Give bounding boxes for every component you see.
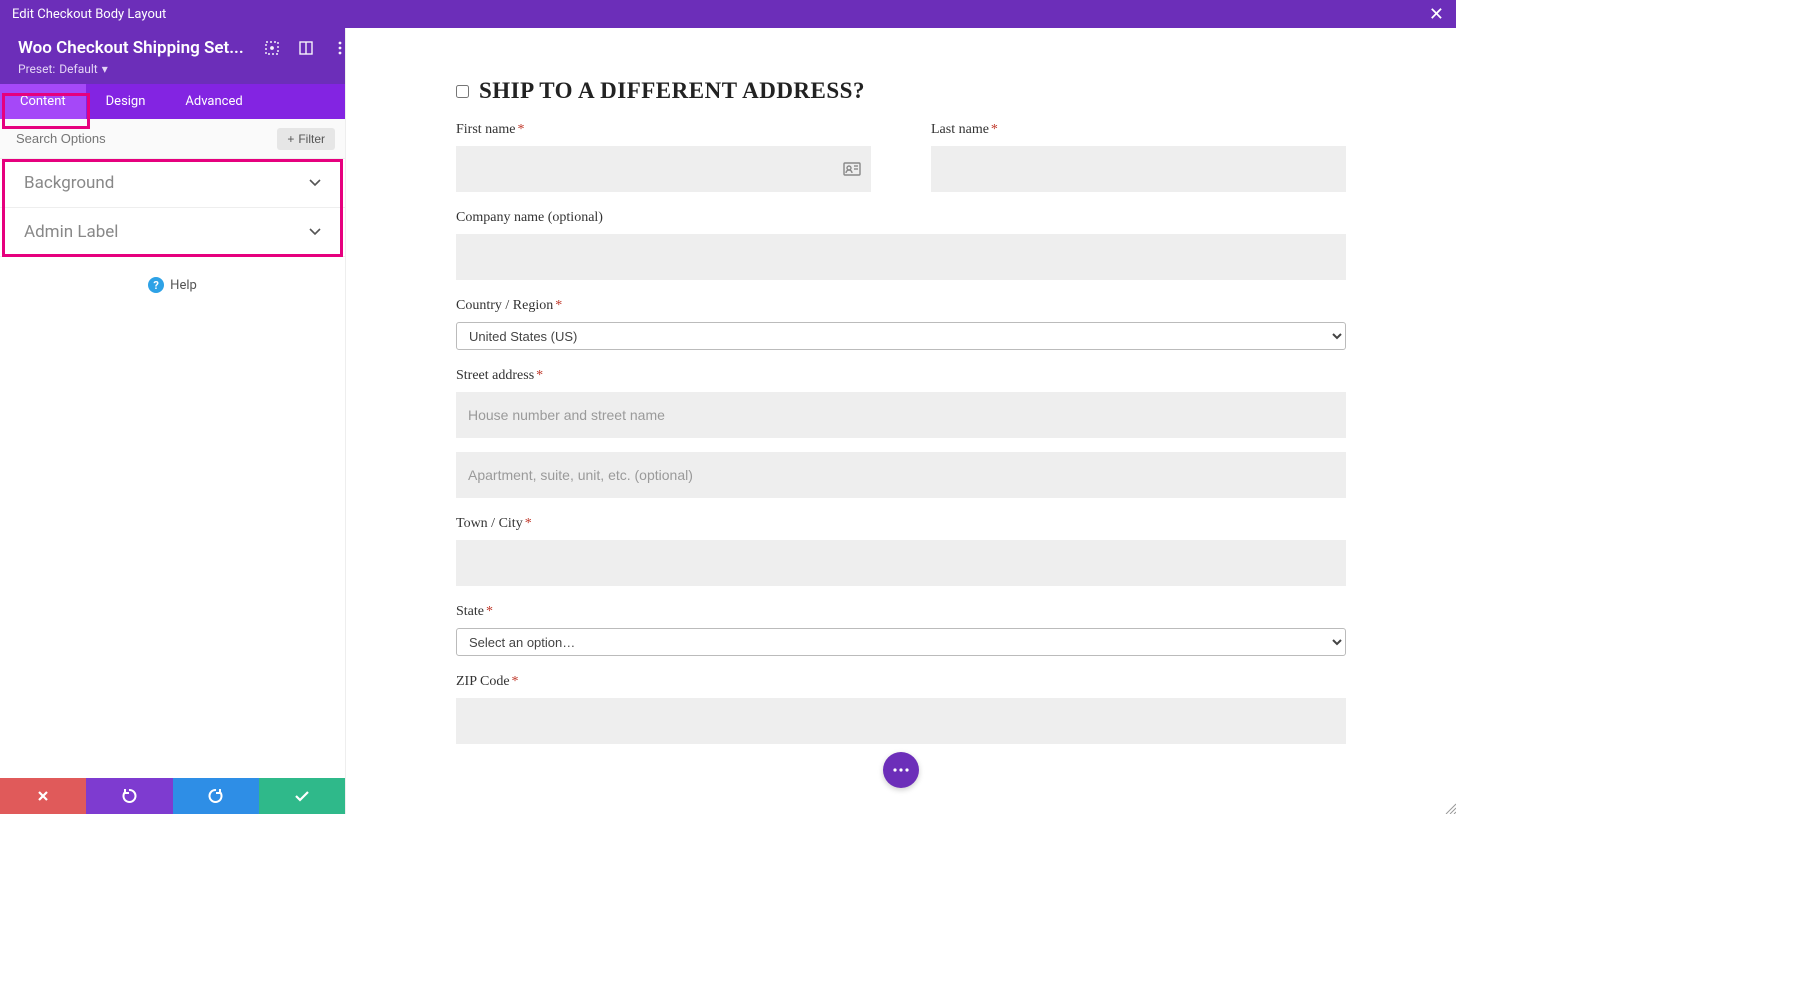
ship-different-checkbox[interactable] bbox=[456, 85, 469, 98]
country-label: Country / Region* bbox=[456, 298, 1346, 314]
redo-button[interactable] bbox=[173, 778, 259, 814]
street-address-2-input[interactable] bbox=[456, 452, 1346, 498]
fab-more-button[interactable] bbox=[883, 752, 919, 788]
filter-button[interactable]: + Filter bbox=[277, 128, 335, 150]
search-input[interactable] bbox=[16, 125, 277, 152]
footer-actions bbox=[0, 778, 345, 814]
contact-card-icon[interactable] bbox=[843, 162, 861, 176]
tab-design[interactable]: Design bbox=[86, 84, 166, 119]
ship-heading-text: SHIP TO A DIFFERENT ADDRESS? bbox=[479, 78, 865, 104]
ship-heading: SHIP TO A DIFFERENT ADDRESS? bbox=[456, 78, 1346, 104]
close-icon[interactable]: ✕ bbox=[1429, 4, 1444, 25]
caret-down-icon: ▾ bbox=[102, 62, 108, 76]
option-admin-label[interactable]: Admin Label bbox=[0, 208, 345, 257]
help-label: Help bbox=[170, 278, 197, 293]
topbar-title: Edit Checkout Body Layout bbox=[12, 7, 166, 22]
options-list: Background Admin Label bbox=[0, 159, 345, 257]
filter-label: Filter bbox=[298, 132, 325, 146]
first-name-input[interactable] bbox=[456, 146, 871, 192]
undo-button[interactable] bbox=[86, 778, 172, 814]
street-address-1-input[interactable] bbox=[456, 392, 1346, 438]
state-select[interactable]: Select an option… bbox=[456, 628, 1346, 656]
preset-label: Preset: bbox=[18, 62, 55, 76]
help-icon: ? bbox=[148, 277, 164, 293]
tabs: Content Design Advanced bbox=[0, 84, 345, 119]
city-input[interactable] bbox=[456, 540, 1346, 586]
street-label: Street address* bbox=[456, 368, 1346, 384]
shipping-form: SHIP TO A DIFFERENT ADDRESS? First name*… bbox=[446, 78, 1356, 814]
tab-advanced[interactable]: Advanced bbox=[165, 84, 262, 119]
help-link[interactable]: ? Help bbox=[0, 257, 345, 313]
search-row: + Filter bbox=[0, 119, 345, 159]
tab-content[interactable]: Content bbox=[0, 84, 86, 119]
preset-selector[interactable]: Preset: Default ▾ bbox=[18, 62, 327, 76]
plus-icon: + bbox=[287, 132, 294, 146]
company-input[interactable] bbox=[456, 234, 1346, 280]
save-button[interactable] bbox=[259, 778, 345, 814]
preview-pane: SHIP TO A DIFFERENT ADDRESS? First name*… bbox=[346, 28, 1456, 814]
module-title: Woo Checkout Shipping Set... bbox=[18, 38, 244, 58]
zip-input[interactable] bbox=[456, 698, 1346, 744]
state-label: State* bbox=[456, 604, 1346, 620]
chevron-down-icon bbox=[309, 228, 321, 236]
preset-value: Default bbox=[59, 62, 97, 76]
option-background[interactable]: Background bbox=[0, 159, 345, 208]
zip-label: ZIP Code* bbox=[456, 674, 1346, 690]
columns-icon[interactable] bbox=[298, 40, 314, 56]
cancel-button[interactable] bbox=[0, 778, 86, 814]
company-label: Company name (optional) bbox=[456, 210, 1346, 226]
last-name-input[interactable] bbox=[931, 146, 1346, 192]
city-label: Town / City* bbox=[456, 516, 1346, 532]
first-name-label: First name* bbox=[456, 122, 871, 138]
expand-icon[interactable] bbox=[264, 40, 280, 56]
option-admin-label-label: Admin Label bbox=[24, 222, 118, 242]
country-select[interactable]: United States (US) bbox=[456, 322, 1346, 350]
settings-panel: Woo Checkout Shipping Set... Preset: Def… bbox=[0, 28, 346, 814]
chevron-down-icon bbox=[309, 179, 321, 187]
topbar: Edit Checkout Body Layout ✕ bbox=[0, 0, 1456, 28]
last-name-label: Last name* bbox=[931, 122, 1346, 138]
option-background-label: Background bbox=[24, 173, 114, 193]
resize-grip-icon[interactable] bbox=[1442, 800, 1456, 814]
module-header: Woo Checkout Shipping Set... Preset: Def… bbox=[0, 28, 345, 84]
